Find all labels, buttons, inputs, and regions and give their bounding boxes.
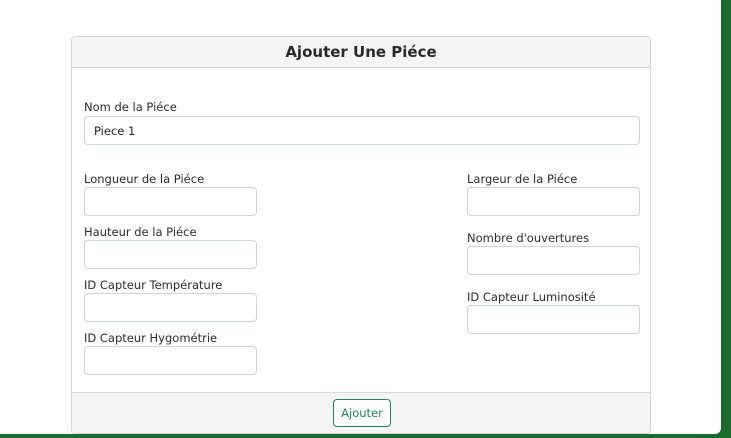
hygrometry-sensor-label: ID Capteur Hygométrie — [84, 331, 218, 345]
form-title: Ajouter Une Piéce — [285, 43, 437, 61]
page-background: Ajouter Une Piéce Nom de la Piéce Longue… — [0, 0, 721, 434]
hygrometry-sensor-input[interactable] — [84, 346, 257, 375]
room-height-label: Hauteur de la Piéce — [84, 225, 197, 239]
room-length-input[interactable] — [84, 187, 257, 216]
temperature-sensor-input[interactable] — [84, 293, 257, 322]
luminosity-sensor-label: ID Capteur Luminosité — [467, 290, 596, 304]
openings-count-label: Nombre d'ouvertures — [467, 231, 590, 245]
form-footer: Ajouter — [72, 392, 650, 433]
add-room-form-card: Ajouter Une Piéce Nom de la Piéce Longue… — [71, 36, 651, 434]
room-width-input[interactable] — [467, 187, 640, 216]
add-room-button[interactable]: Ajouter — [333, 399, 391, 427]
temperature-sensor-label: ID Capteur Température — [84, 278, 223, 292]
room-width-label: Largeur de la Piéce — [467, 172, 578, 186]
form-header: Ajouter Une Piéce — [72, 37, 650, 68]
room-name-input[interactable] — [84, 116, 640, 145]
room-length-label: Longueur de la Piéce — [84, 172, 205, 186]
room-name-label: Nom de la Piéce — [84, 100, 177, 114]
luminosity-sensor-input[interactable] — [467, 305, 640, 334]
room-height-input[interactable] — [84, 240, 257, 269]
openings-count-input[interactable] — [467, 246, 640, 275]
